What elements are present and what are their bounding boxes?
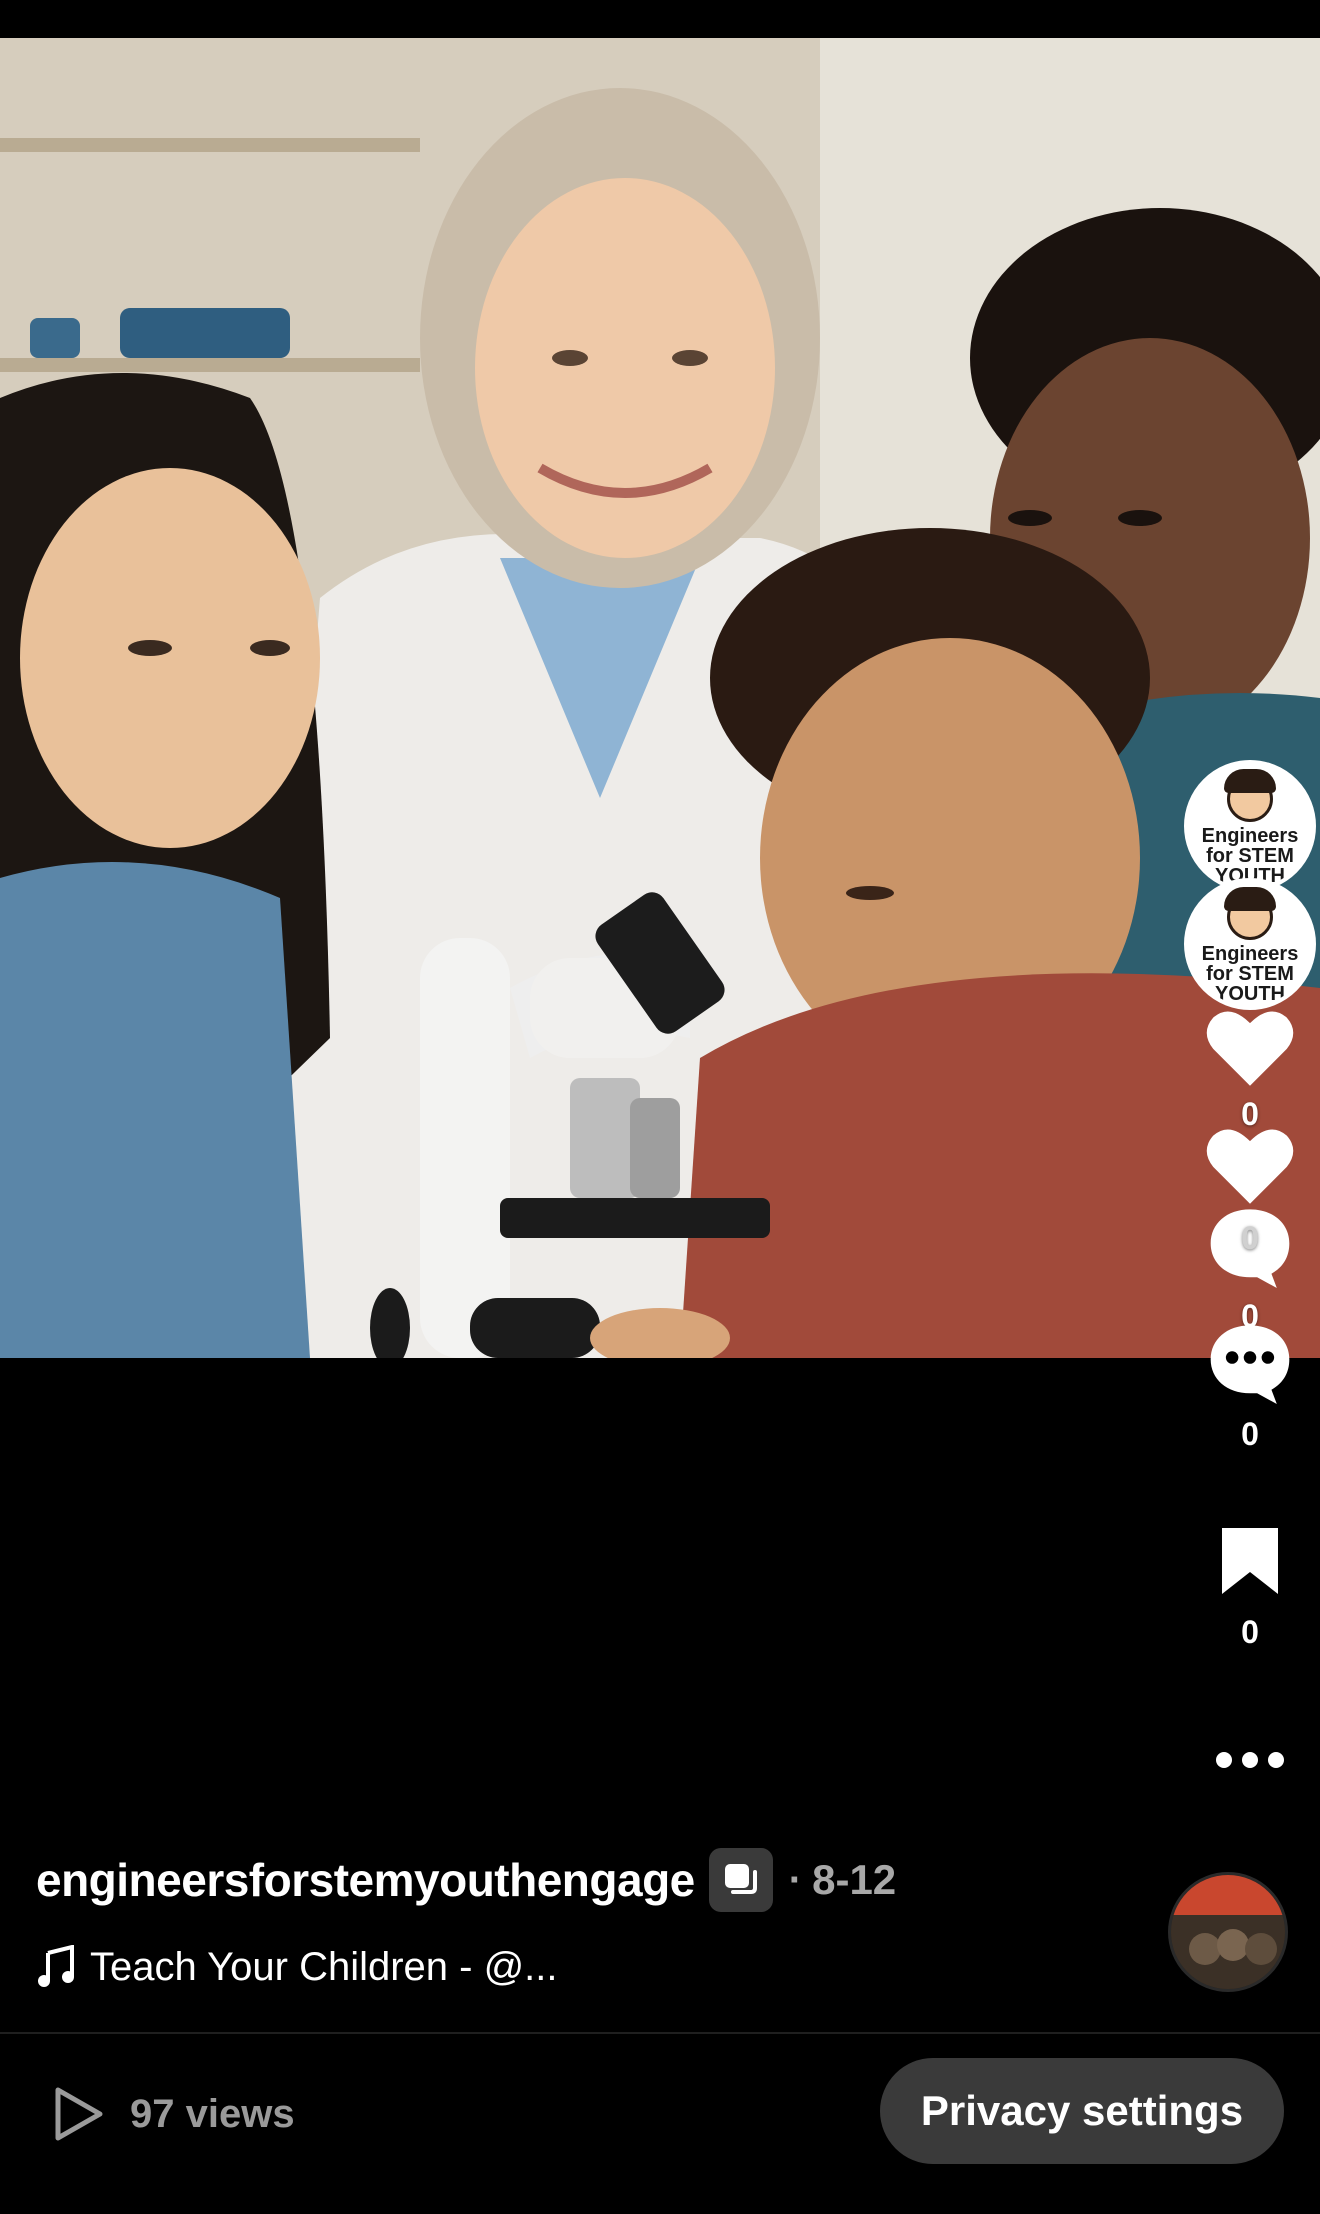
post-date: 8-12 (812, 1856, 897, 1903)
separator: · (788, 1857, 803, 1902)
music-row[interactable]: Teach Your Children - @... (36, 1937, 1150, 1997)
privacy-settings-button[interactable]: Privacy settings (880, 2058, 1284, 2164)
reel-screen: Engineers for STEM YOUTH Engineers for S… (0, 0, 1320, 2214)
play-icon (55, 2087, 103, 2141)
comment-count: 0 (1241, 1220, 1259, 1256)
bookmark-icon[interactable] (1218, 1524, 1282, 1598)
copy-icon (724, 1864, 757, 1894)
video-frame (0, 38, 1320, 1358)
album-cover-image (1171, 1875, 1285, 1989)
collab-badge[interactable] (708, 1848, 773, 1912)
view-count: 97 views (52, 2078, 295, 2150)
comment-icon[interactable] (1205, 1320, 1295, 1404)
music-note-icon (38, 1945, 74, 1987)
album-art[interactable] (1168, 1872, 1288, 1992)
creator-avatar[interactable]: Engineers for STEM YOUTH (1184, 760, 1316, 892)
post-caption: engineersforstemyouthengage · 8-12 Teach… (36, 1845, 1150, 1997)
creator-avatar-secondary[interactable]: Engineers for STEM YOUTH (1184, 878, 1316, 1010)
username-link[interactable]: engineersforstemyouthengage (36, 1853, 695, 1907)
song-title: Teach Your Children - @... (90, 1944, 558, 1989)
avatar-face-icon (1224, 769, 1276, 822)
heart-icon[interactable] (1204, 1124, 1296, 1208)
heart-icon[interactable] (1204, 1006, 1296, 1090)
views-label: 97 views (130, 2091, 295, 2136)
author-row: engineersforstemyouthengage · 8-12 (36, 1845, 1150, 1915)
more-horizontal-icon[interactable] (1214, 1750, 1286, 1770)
comment-count: 0 (1241, 1416, 1259, 1452)
avatar-face-icon (1224, 887, 1276, 940)
bottom-divider (0, 2032, 1320, 2034)
video-player[interactable] (0, 38, 1320, 1358)
save-count: 0 (1241, 1614, 1259, 1650)
